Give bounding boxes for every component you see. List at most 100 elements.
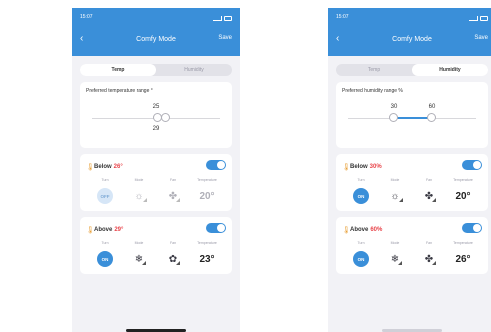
below-card: 🌡 Below 26° Turn Mode Fan Temperature OF…	[80, 154, 232, 211]
below-controls: OFF ☼ ✤ 20°	[86, 187, 226, 205]
sun-mode-icon[interactable]: ☼	[134, 191, 147, 202]
range-high-value: 60	[428, 104, 436, 110]
turn-on-button[interactable]: ON	[97, 251, 113, 267]
segmented-tabs: Temp Humidity	[80, 64, 232, 76]
range-low-value: 30	[390, 104, 398, 110]
save-button[interactable]: Save	[474, 35, 488, 41]
status-icons	[213, 14, 232, 22]
temperature-value[interactable]: 20°	[455, 191, 470, 202]
above-toggle[interactable]	[206, 223, 226, 233]
turn-label: Turn	[101, 241, 109, 245]
mode-label: Mode	[134, 178, 144, 182]
fan-icon[interactable]: ✿	[169, 254, 181, 265]
status-time: 15:07	[80, 14, 93, 20]
signal-icon	[213, 15, 222, 21]
above-label: Above	[94, 227, 113, 233]
below-controls: ON ☼ ✤ 20°	[342, 187, 482, 205]
mode-label: Mode	[390, 178, 400, 182]
below-label: Below	[94, 164, 112, 170]
fan-icon[interactable]: ✤	[425, 191, 437, 202]
temperature-label: Temperature	[453, 178, 473, 182]
thermometer-icon: 🌡	[342, 163, 351, 171]
fan-icon[interactable]: ✤	[169, 191, 181, 202]
above-header: 🌡 Above 60%	[342, 223, 482, 237]
sun-mode-icon[interactable]: ☼	[390, 191, 403, 202]
segmented-tabs: Temp Humidity	[336, 64, 488, 76]
turn-off-button[interactable]: OFF	[97, 188, 113, 204]
save-button[interactable]: Save	[218, 35, 232, 41]
below-header: 🌡 Below 26°	[86, 160, 226, 174]
below-header: 🌡 Below 30%	[342, 160, 482, 174]
page-title: Comfy Mode	[392, 35, 432, 43]
above-card: 🌡 Above 29° Turn Mode Fan Temperature ON…	[80, 217, 232, 274]
app-header: 15:07 ‹ Comfy Mode Save	[72, 8, 240, 56]
status-bar: 15:07	[336, 14, 488, 22]
status-bar: 15:07	[80, 14, 232, 22]
below-toggle[interactable]	[462, 160, 482, 170]
tab-humidity[interactable]: Humidity	[412, 64, 488, 76]
fan-label: Fan	[169, 241, 177, 245]
control-labels: Turn Mode Fan Temperature	[86, 241, 226, 245]
status-time: 15:07	[336, 14, 349, 20]
turn-on-button[interactable]: ON	[353, 251, 369, 267]
temperature-value[interactable]: 20°	[199, 191, 214, 202]
above-card: 🌡 Above 60% Turn Mode Fan Temperature ON…	[336, 217, 488, 274]
battery-icon	[480, 15, 488, 21]
thermometer-icon: 🌡	[342, 226, 351, 234]
tab-temp[interactable]: Temp	[80, 64, 156, 76]
back-icon[interactable]: ‹	[80, 32, 83, 46]
fan-label: Fan	[169, 178, 177, 182]
below-card: 🌡 Below 30% Turn Mode Fan Temperature ON…	[336, 154, 488, 211]
range-high-knob[interactable]	[161, 113, 170, 122]
range-card: Preferred humidity range % 30 60	[336, 82, 488, 148]
range-low-value: 25	[152, 104, 160, 110]
turn-on-button[interactable]: ON	[353, 188, 369, 204]
mode-label: Mode	[134, 241, 144, 245]
tab-temp[interactable]: Temp	[336, 64, 412, 76]
above-controls: ON ❄ ✤ 26°	[342, 250, 482, 268]
range-card: Preferred temperature range ° 25 29	[80, 82, 232, 148]
thermometer-icon: 🌡	[86, 163, 95, 171]
nav-bar: ‹ Comfy Mode Save	[328, 32, 491, 46]
fan-label: Fan	[425, 241, 433, 245]
fan-label: Fan	[425, 178, 433, 182]
status-icons	[469, 14, 488, 22]
temperature-value[interactable]: 23°	[199, 254, 214, 265]
app-header: 15:07 ‹ Comfy Mode Save	[328, 8, 491, 56]
control-labels: Turn Mode Fan Temperature	[86, 178, 226, 182]
temperature-label: Temperature	[197, 178, 217, 182]
snowflake-mode-icon[interactable]: ❄	[391, 254, 403, 265]
below-toggle[interactable]	[206, 160, 226, 170]
control-labels: Turn Mode Fan Temperature	[342, 178, 482, 182]
fan-icon[interactable]: ✤	[425, 254, 437, 265]
snowflake-mode-icon[interactable]: ❄	[135, 254, 147, 265]
battery-icon	[224, 15, 232, 21]
above-header: 🌡 Above 29°	[86, 223, 226, 237]
temperature-value[interactable]: 26°	[455, 254, 470, 265]
back-icon[interactable]: ‹	[336, 32, 339, 46]
turn-label: Turn	[357, 178, 365, 182]
below-label: Below	[350, 164, 368, 170]
control-labels: Turn Mode Fan Temperature	[342, 241, 482, 245]
range-high-knob[interactable]	[427, 113, 436, 122]
temperature-label: Temperature	[197, 241, 217, 245]
page-title: Comfy Mode	[136, 35, 176, 43]
above-toggle[interactable]	[462, 223, 482, 233]
nav-bar: ‹ Comfy Mode Save	[72, 32, 240, 46]
range-slider: 30 60	[342, 94, 482, 142]
tab-humidity[interactable]: Humidity	[156, 64, 232, 76]
above-threshold: 29°	[114, 227, 124, 233]
phone-screen-temp: 15:07 ‹ Comfy Mode Save Temp Humidity Pr…	[72, 8, 240, 332]
above-controls: ON ❄ ✿ 23°	[86, 250, 226, 268]
mode-label: Mode	[390, 241, 400, 245]
turn-label: Turn	[357, 241, 365, 245]
temperature-label: Temperature	[453, 241, 473, 245]
above-threshold: 60%	[370, 227, 383, 233]
phone-screen-humidity: 15:07 ‹ Comfy Mode Save Temp Humidity Pr…	[328, 8, 491, 332]
range-slider: 25 29	[86, 94, 226, 142]
turn-label: Turn	[101, 178, 109, 182]
thermometer-icon: 🌡	[86, 226, 95, 234]
above-label: Above	[350, 227, 369, 233]
range-low-knob[interactable]	[389, 113, 398, 122]
range-high-value: 29	[152, 126, 160, 132]
